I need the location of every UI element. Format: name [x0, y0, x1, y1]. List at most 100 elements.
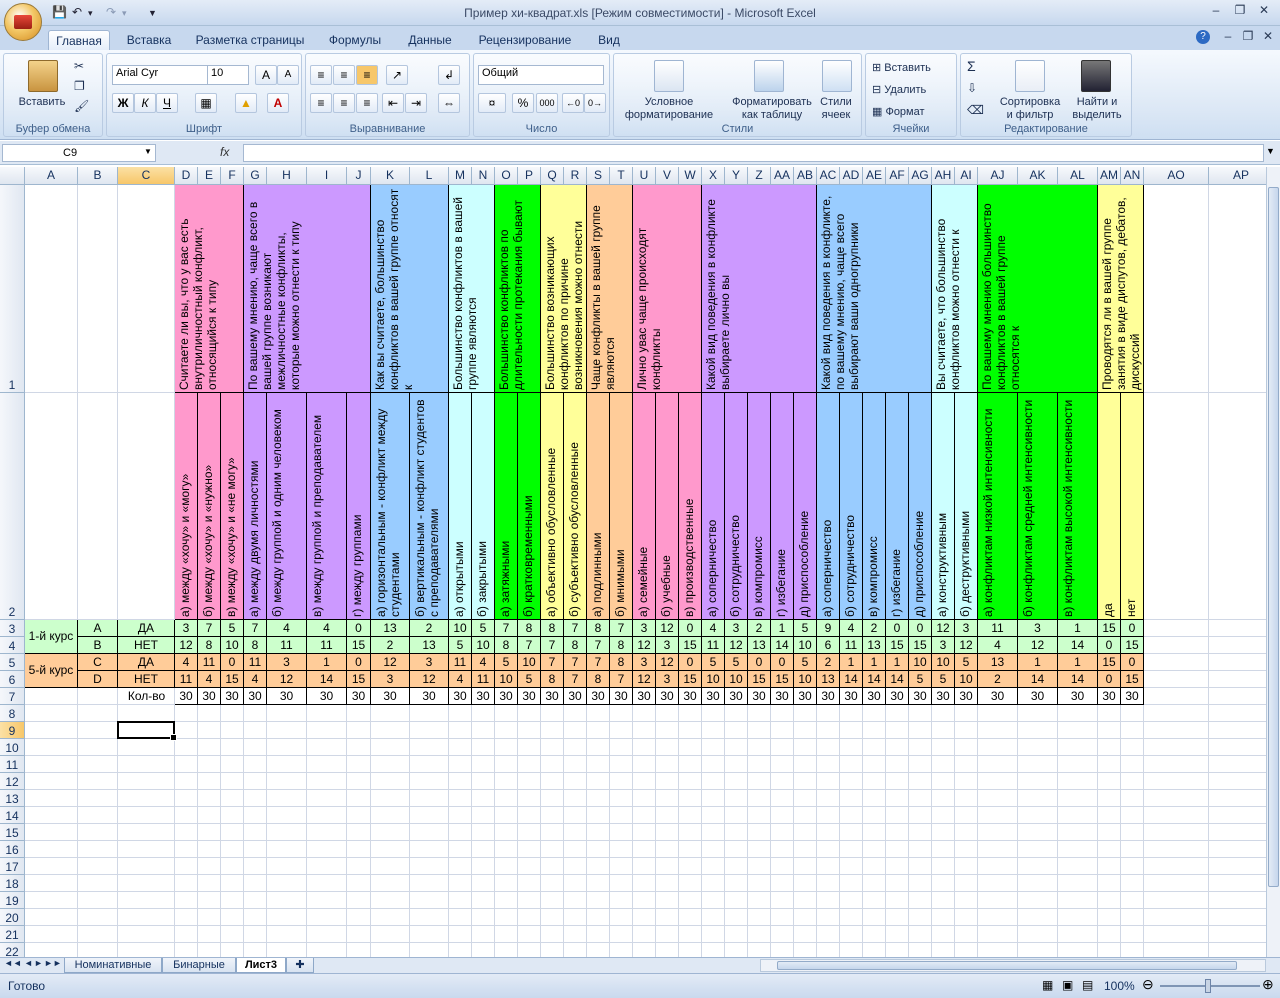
grid-cell[interactable]	[748, 943, 771, 957]
bold-button[interactable]: Ж	[112, 93, 134, 113]
data-cell[interactable]: 14	[307, 671, 347, 688]
grid-cell[interactable]	[1058, 722, 1098, 739]
grid-cell[interactable]	[863, 943, 886, 957]
grid-cell[interactable]	[725, 756, 748, 773]
grid-cell[interactable]	[955, 739, 978, 756]
grid-cell[interactable]	[840, 756, 863, 773]
grid-cell[interactable]	[1098, 790, 1121, 807]
data-cell[interactable]: 11	[472, 671, 495, 688]
question-header[interactable]: Как вы считаете, большинство конфликтов …	[371, 185, 449, 393]
grid-cell[interactable]	[978, 756, 1018, 773]
row-header[interactable]: 10	[0, 739, 25, 756]
format-cells-button[interactable]: ▦ Формат	[872, 106, 925, 119]
grid-cell[interactable]	[175, 756, 198, 773]
grid-cell[interactable]	[863, 807, 886, 824]
grid-cell[interactable]	[1018, 841, 1058, 858]
grid-cell[interactable]	[541, 790, 564, 807]
grid-cell[interactable]	[267, 705, 307, 722]
grid-cell[interactable]	[748, 926, 771, 943]
grid-cell[interactable]	[794, 756, 817, 773]
answer-header[interactable]: а) конфликтам низкой интенсивности	[978, 393, 1018, 620]
column-header[interactable]: A	[25, 167, 78, 185]
grid-cell[interactable]	[817, 790, 840, 807]
grid-cell[interactable]	[221, 858, 244, 875]
grid-cell[interactable]	[198, 909, 221, 926]
grid-cell[interactable]	[472, 773, 495, 790]
column-header[interactable]: E	[198, 167, 221, 185]
data-cell[interactable]: 7	[564, 654, 587, 671]
column-header[interactable]: I	[307, 167, 347, 185]
zoom-out-icon[interactable]: ⊖	[1142, 976, 1154, 993]
row-header[interactable]: 3	[0, 620, 25, 637]
italic-button[interactable]: К	[134, 93, 156, 113]
grid-cell[interactable]	[307, 892, 347, 909]
data-cell[interactable]: 30	[955, 688, 978, 705]
data-cell[interactable]: 0	[1098, 671, 1121, 688]
grid-cell[interactable]	[886, 892, 909, 909]
grid-cell[interactable]	[679, 773, 702, 790]
grid-cell[interactable]	[472, 790, 495, 807]
grid-cell[interactable]	[702, 943, 725, 957]
data-cell[interactable]: 30	[541, 688, 564, 705]
data-cell[interactable]: 3	[371, 671, 410, 688]
question-header[interactable]: По вашему мнению, чаще всего в вашей гру…	[244, 185, 371, 393]
answer-header[interactable]: в) компромисс	[863, 393, 886, 620]
answer-header[interactable]: в) производственные	[679, 393, 702, 620]
row-header[interactable]: 12	[0, 773, 25, 790]
grid-cell[interactable]	[175, 841, 198, 858]
grid-cell[interactable]	[541, 841, 564, 858]
grid-cell[interactable]	[978, 739, 1018, 756]
grid-cell[interactable]	[449, 773, 472, 790]
row-label[interactable]: НЕТ	[118, 637, 175, 654]
grid-cell[interactable]	[410, 705, 449, 722]
close-icon[interactable]: ✕	[1254, 3, 1274, 19]
grid-cell[interactable]	[909, 909, 932, 926]
data-cell[interactable]: 14	[771, 637, 794, 654]
increase-indent-icon[interactable]: ⇥	[405, 93, 427, 113]
grid-cell[interactable]	[932, 739, 955, 756]
grid-cell[interactable]	[307, 756, 347, 773]
page-layout-view-icon[interactable]: ▣	[1062, 978, 1073, 992]
column-header[interactable]: AL	[1058, 167, 1098, 185]
grid-cell[interactable]	[78, 722, 118, 739]
grid-cell[interactable]	[817, 705, 840, 722]
grid-cell[interactable]	[587, 739, 610, 756]
sheet-tab-list3[interactable]: Лист3	[236, 958, 286, 973]
grid-cell[interactable]	[564, 926, 587, 943]
grid-cell[interactable]	[244, 926, 267, 943]
grid-cell[interactable]	[955, 892, 978, 909]
grid-cell[interactable]	[610, 807, 633, 824]
data-cell[interactable]: 7	[610, 671, 633, 688]
grid-cell[interactable]	[1098, 824, 1121, 841]
grid-cell[interactable]	[840, 943, 863, 957]
data-cell[interactable]: 15	[679, 637, 702, 654]
row-header[interactable]: 9	[0, 722, 25, 739]
grid-cell[interactable]	[221, 756, 244, 773]
answer-header[interactable]: в) компромисс	[748, 393, 771, 620]
grid-cell[interactable]	[175, 739, 198, 756]
grid-cell[interactable]	[1018, 705, 1058, 722]
grid-cell[interactable]	[1098, 722, 1121, 739]
grid-cell[interactable]	[748, 790, 771, 807]
grid-cell[interactable]	[541, 892, 564, 909]
grid-cell[interactable]	[564, 858, 587, 875]
grid-cell[interactable]	[175, 722, 198, 739]
tab-page-layout[interactable]: Разметка страницы	[188, 30, 312, 50]
grid-cell[interactable]	[702, 773, 725, 790]
grid-cell[interactable]	[518, 790, 541, 807]
grid-cell[interactable]	[1209, 926, 1266, 943]
data-cell[interactable]: 14	[863, 671, 886, 688]
grid-cell[interactable]	[518, 875, 541, 892]
grid-cell[interactable]	[1018, 756, 1058, 773]
grid-cell[interactable]	[410, 824, 449, 841]
decrease-indent-icon[interactable]: ⇤	[382, 93, 404, 113]
grid-cell[interactable]	[978, 858, 1018, 875]
grid-cell[interactable]	[449, 739, 472, 756]
find-select-icon[interactable]	[1081, 60, 1111, 92]
horizontal-scroll-thumb[interactable]	[777, 961, 1237, 970]
column-header[interactable]: AP	[1209, 167, 1266, 185]
grid-cell[interactable]	[410, 909, 449, 926]
grid-cell[interactable]	[118, 185, 175, 393]
data-cell[interactable]: 8	[541, 671, 564, 688]
question-header[interactable]: Считаете ли вы, что у вас есть внутрилич…	[175, 185, 244, 393]
